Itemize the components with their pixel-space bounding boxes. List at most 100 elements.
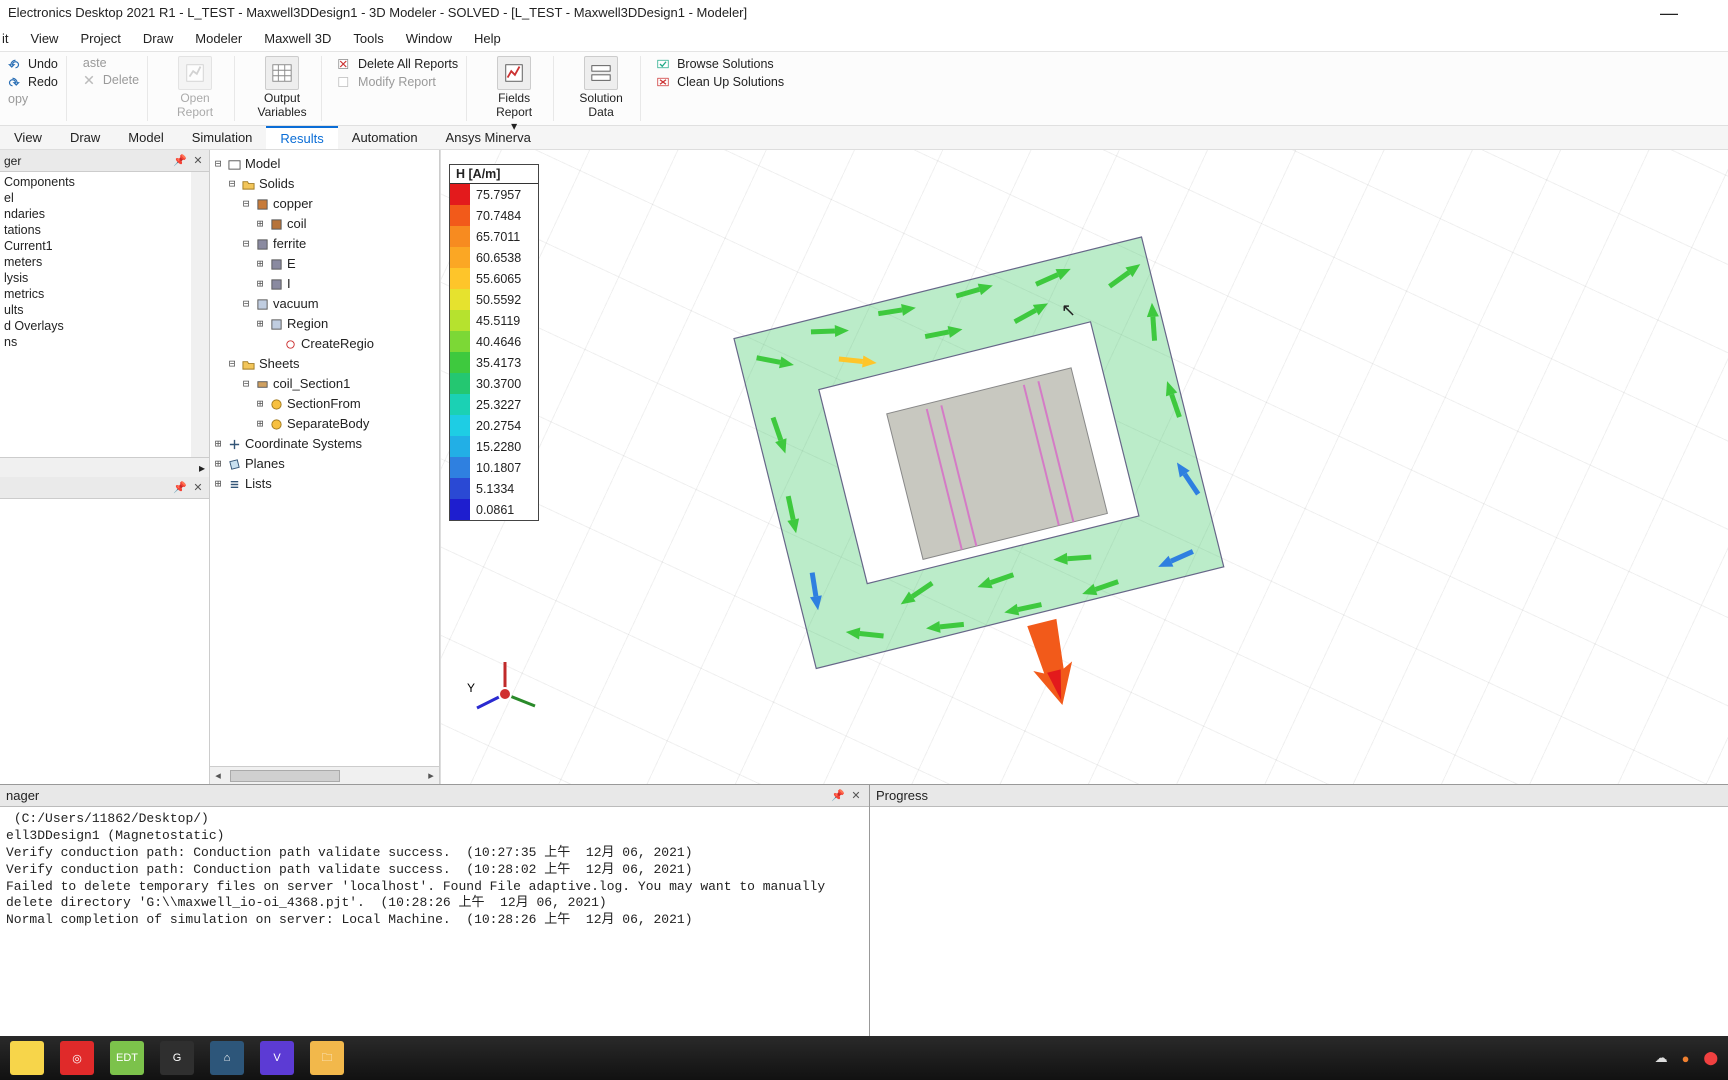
- tree-toggle-icon[interactable]: ⊟: [226, 354, 238, 374]
- tree-toggle-icon[interactable]: ⊞: [254, 254, 266, 274]
- tree-toggle-icon[interactable]: ⊟: [240, 194, 252, 214]
- menu-help[interactable]: Help: [472, 31, 503, 46]
- list-item[interactable]: lysis: [4, 270, 187, 286]
- taskbar-app[interactable]: 🗀: [310, 1041, 344, 1075]
- tree-item[interactable]: ⊞coil: [212, 214, 437, 234]
- tree-toggle-icon[interactable]: ⊞: [254, 314, 266, 334]
- tab-results[interactable]: Results: [266, 126, 337, 149]
- taskbar-app[interactable]: G: [160, 1041, 194, 1075]
- 3d-viewport[interactable]: H [A/m] 75.795770.748465.701160.653855.6…: [440, 150, 1728, 784]
- tree-toggle-icon[interactable]: ⊞: [254, 414, 266, 434]
- tree-item[interactable]: ⊟copper: [212, 194, 437, 214]
- tree-item[interactable]: ⊟coil_Section1: [212, 374, 437, 394]
- tree-item[interactable]: ⊞E: [212, 254, 437, 274]
- list-item[interactable]: meters: [4, 254, 187, 270]
- tree-toggle-icon[interactable]: ⊞: [254, 214, 266, 234]
- tree-item[interactable]: ⊞Lists: [212, 474, 437, 494]
- tree-item[interactable]: ⊟Solids: [212, 174, 437, 194]
- close-icon[interactable]: ✕: [191, 154, 205, 168]
- tree-item[interactable]: ⊞Region: [212, 314, 437, 334]
- tree-item[interactable]: ⊟Model: [212, 154, 437, 174]
- tree-toggle-icon[interactable]: ⊟: [226, 174, 238, 194]
- list-item[interactable]: ndaries: [4, 206, 187, 222]
- tree-toggle-icon[interactable]: ⊞: [212, 454, 224, 474]
- tree-item[interactable]: ⊞I: [212, 274, 437, 294]
- tray-icon[interactable]: ☁: [1655, 1050, 1668, 1066]
- scrollbar[interactable]: [191, 172, 209, 457]
- taskbar-app[interactable]: EDT: [110, 1041, 144, 1075]
- taskbar-app[interactable]: V: [260, 1041, 294, 1075]
- tree-toggle-icon[interactable]: ⊞: [254, 394, 266, 414]
- minimize-icon[interactable]: —: [1660, 0, 1678, 26]
- tab-draw[interactable]: Draw: [56, 126, 114, 149]
- tree-item[interactable]: ⊞Coordinate Systems: [212, 434, 437, 454]
- menu-draw[interactable]: Draw: [141, 31, 175, 46]
- tree-item[interactable]: ⊞Planes: [212, 454, 437, 474]
- browse-solutions-button[interactable]: Browse Solutions: [653, 56, 788, 72]
- tree-item[interactable]: CreateRegio: [212, 334, 437, 354]
- menu-project[interactable]: Project: [78, 31, 122, 46]
- list-item[interactable]: d Overlays: [4, 318, 187, 334]
- tree-item[interactable]: ⊟vacuum: [212, 294, 437, 314]
- menu-maxwell3d[interactable]: Maxwell 3D: [262, 31, 333, 46]
- taskbar-app[interactable]: [10, 1041, 44, 1075]
- tray-icon[interactable]: ⬤: [1703, 1050, 1718, 1066]
- list-item[interactable]: tations: [4, 222, 187, 238]
- solution-data-button[interactable]: Solution Data: [566, 56, 636, 120]
- tree-item[interactable]: ⊞SeparateBody: [212, 414, 437, 434]
- tray-icon[interactable]: ●: [1682, 1051, 1690, 1066]
- tree-toggle-icon[interactable]: ⊞: [212, 434, 224, 454]
- pin-icon[interactable]: 📌: [831, 789, 845, 803]
- list-item[interactable]: ults: [4, 302, 187, 318]
- x-report-icon: [336, 56, 352, 72]
- menu-tools[interactable]: Tools: [351, 31, 385, 46]
- tree-item[interactable]: ⊟Sheets: [212, 354, 437, 374]
- horizontal-scrollbar[interactable]: ◂▸: [210, 766, 439, 784]
- menu-view[interactable]: View: [29, 31, 61, 46]
- output-variables-button[interactable]: Output Variables: [247, 56, 317, 120]
- legend-swatch: [450, 205, 470, 226]
- tab-simulation[interactable]: Simulation: [178, 126, 267, 149]
- system-tray[interactable]: ☁ ● ⬤: [1655, 1050, 1718, 1066]
- legend-value: 20.2754: [470, 419, 521, 433]
- tree-toggle-icon[interactable]: ⊟: [240, 294, 252, 314]
- fields-report-button[interactable]: Fields Report▾: [479, 56, 549, 133]
- tree-toggle-icon[interactable]: ⊞: [212, 474, 224, 494]
- taskbar-app[interactable]: ⌂: [210, 1041, 244, 1075]
- expand-icon[interactable]: ▸: [199, 461, 205, 475]
- list-item[interactable]: metrics: [4, 286, 187, 302]
- taskbar-app[interactable]: ◎: [60, 1041, 94, 1075]
- orientation-triad[interactable]: Y: [465, 654, 545, 734]
- tree-toggle-icon[interactable]: ⊟: [212, 154, 224, 174]
- message-log[interactable]: (C:/Users/11862/Desktop/) ell3DDesign1 (…: [0, 807, 869, 1054]
- list-item[interactable]: ns: [4, 334, 187, 350]
- cleanup-solutions-button[interactable]: Clean Up Solutions: [653, 74, 788, 90]
- windows-taskbar[interactable]: ◎ EDT G ⌂ V 🗀 ☁ ● ⬤: [0, 1036, 1728, 1080]
- tab-automation[interactable]: Automation: [338, 126, 432, 149]
- close-icon[interactable]: ✕: [849, 789, 863, 803]
- tree-item[interactable]: ⊟ferrite: [212, 234, 437, 254]
- tab-model[interactable]: Model: [114, 126, 177, 149]
- tab-ansys-minerva[interactable]: Ansys Minerva: [432, 126, 545, 149]
- tree-toggle-icon[interactable]: ⊞: [254, 274, 266, 294]
- undo-button[interactable]: Undo: [4, 56, 62, 72]
- list-item[interactable]: Components: [4, 174, 187, 190]
- color-legend: H [A/m] 75.795770.748465.701160.653855.6…: [449, 164, 539, 521]
- menu-edit[interactable]: it: [0, 31, 11, 46]
- menu-modeler[interactable]: Modeler: [193, 31, 244, 46]
- tree-item[interactable]: ⊞SectionFrom: [212, 394, 437, 414]
- tree-toggle-icon[interactable]: ⊟: [240, 234, 252, 254]
- tree-toggle-icon[interactable]: ⊟: [240, 374, 252, 394]
- redo-button[interactable]: Redo: [4, 74, 62, 90]
- pin-icon[interactable]: 📌: [173, 154, 187, 168]
- menu-window[interactable]: Window: [404, 31, 454, 46]
- project-tree[interactable]: Components el ndaries tations Current1 m…: [0, 172, 191, 352]
- svg-text:Y: Y: [467, 681, 475, 695]
- close-icon[interactable]: ✕: [191, 481, 205, 495]
- list-item[interactable]: Current1: [4, 238, 187, 254]
- pin-icon[interactable]: 📌: [173, 481, 187, 495]
- delete-all-reports-button[interactable]: Delete All Reports: [334, 56, 462, 72]
- model-tree[interactable]: ⊟Model⊟Solids⊟copper⊞coil⊟ferrite⊞E⊞I⊟va…: [210, 150, 439, 766]
- list-item[interactable]: el: [4, 190, 187, 206]
- tab-view[interactable]: View: [0, 126, 56, 149]
